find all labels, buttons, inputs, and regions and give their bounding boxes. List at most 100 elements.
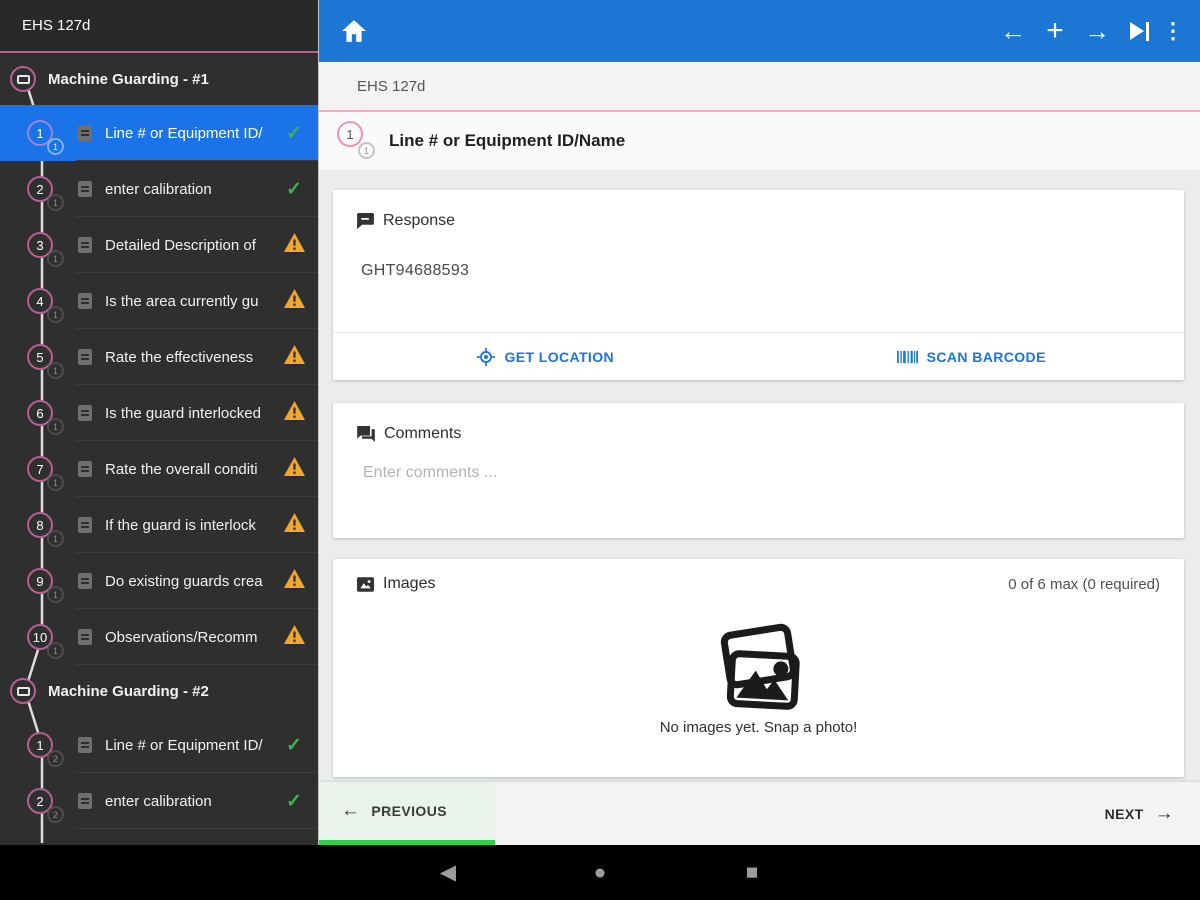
item-type-icon [78,181,92,197]
android-back-icon[interactable]: ◀ [436,860,460,885]
scan-barcode-label: SCAN BARCODE [926,348,1046,365]
section-label: Machine Guarding - #1 [48,70,209,88]
comments-input[interactable] [361,463,1100,483]
item-label: Line # or Equipment ID/ [105,736,263,754]
sidebar-section-header[interactable]: Machine Guarding - #2 [0,665,318,717]
item-sub-badge: 1 [47,250,64,267]
item-type-icon [78,573,92,589]
images-empty-text: No images yet. Snap a photo! [659,718,858,736]
sidebar-item[interactable]: 2 1 enter calibration ✓ [0,161,318,217]
question-content: Response GHT94688593 GET LOCATION SCAN B… [319,170,1200,782]
warning-icon [283,625,305,649]
item-status: ✓ [282,625,306,649]
skip-triangle [1129,22,1144,40]
sidebar-item[interactable]: 5 1 Rate the effectiveness ✓ [0,329,318,385]
scan-barcode-button[interactable]: SCAN BARCODE [759,333,1185,380]
gps-icon [477,347,496,366]
check-icon: ✓ [286,178,302,200]
images-card: Images 0 of 6 max (0 required) No images… [333,559,1184,777]
item-sub-badge: 1 [47,642,64,659]
skip-bar [1145,21,1149,41]
warning-icon [283,345,305,369]
item-type-icon [78,405,92,421]
get-location-label: GET LOCATION [504,348,615,365]
home-icon[interactable] [341,19,367,43]
response-icon [357,213,374,229]
sidebar-section-header[interactable]: Machine Guarding - #1 [0,53,318,105]
response-card-header: Response [357,212,1160,230]
item-status: ✓ [282,401,306,425]
get-location-button[interactable]: GET LOCATION [333,333,759,380]
item-label: enter calibration [105,792,212,810]
response-actions: GET LOCATION SCAN BARCODE [333,332,1184,380]
sidebar-section-list: Machine Guarding - #1 1 1 Line # or Equi… [0,53,318,829]
question-number: 1 [337,121,363,147]
item-status: ✓ [282,345,306,369]
check-icon: ✓ [286,122,302,144]
sidebar-item[interactable]: 7 1 Rate the overall conditi ✓ [0,441,318,497]
item-label: Line # or Equipment ID/ [105,124,263,142]
sidebar-item[interactable]: 6 1 Is the guard interlocked ✓ [0,385,318,441]
next-button[interactable]: NEXT → [1105,782,1200,845]
item-type-icon [78,629,92,645]
main-panel: ← + → ⋮ EHS 127d 1 1 Line # or Equipment… [318,0,1200,845]
item-type-icon [78,349,92,365]
images-card-header: Images 0 of 6 max (0 required) [357,575,1160,593]
back-arrow-icon[interactable]: ← [992,0,1034,62]
item-sub-badge: 1 [47,474,64,491]
item-status: ✓ [282,178,306,201]
item-sub-badge: 2 [47,806,64,823]
sidebar-item[interactable]: 9 1 Do existing guards crea ✓ [0,553,318,609]
forward-arrow-icon[interactable]: → [1076,0,1118,62]
images-label: Images [383,575,436,592]
android-nav-bar: ◀ ● ■ [0,845,1200,900]
item-status: ✓ [282,122,306,145]
response-card: Response GHT94688593 GET LOCATION SCAN B… [333,190,1184,380]
skip-to-end-icon[interactable] [1118,21,1160,41]
images-counter: 0 of 6 max (0 required) [1008,575,1160,593]
question-number-badge: 1 1 [335,118,385,164]
comments-card: Comments [333,403,1184,538]
check-icon: ✓ [286,734,302,756]
warning-icon [283,401,305,425]
sidebar-item[interactable]: 1 2 Line # or Equipment ID/ ✓ [0,717,318,773]
sidebar-item[interactable]: 8 1 If the guard is interlock ✓ [0,497,318,553]
warning-icon [283,569,305,593]
section-card-icon [10,678,36,704]
previous-label: PREVIOUS [371,803,447,819]
android-recents-icon[interactable]: ■ [740,861,764,885]
images-icon [357,576,374,592]
sidebar-body: Machine Guarding - #1 1 1 Line # or Equi… [0,53,318,843]
overflow-menu-icon[interactable]: ⋮ [1160,0,1186,62]
add-icon[interactable]: + [1034,0,1076,62]
sidebar-item[interactable]: 3 1 Detailed Description of ✓ [0,217,318,273]
item-status: ✓ [282,790,306,813]
item-label: enter calibration [105,180,212,198]
response-value[interactable]: GHT94688593 [361,262,1160,280]
sidebar-item[interactable]: 2 2 enter calibration ✓ [0,773,318,829]
comments-label: Comments [384,425,462,442]
item-label: Do existing guards crea [105,572,263,590]
item-sub-badge: 1 [47,306,64,323]
app-screen: EHS 127d Machine Guarding - #1 1 1 Line … [0,0,1200,900]
previous-button[interactable]: ← PREVIOUS [319,782,495,845]
photos-placeholder-icon [707,623,811,717]
item-label: Rate the overall conditi [105,460,258,478]
comments-card-header: Comments [357,425,1160,443]
android-home-icon[interactable]: ● [588,861,612,885]
sidebar-item[interactable]: 10 1 Observations/Recomm ✓ [0,609,318,665]
card-glyph [16,74,30,84]
item-label: Detailed Description of [105,236,256,254]
images-empty-state[interactable]: No images yet. Snap a photo! [357,593,1160,765]
sidebar-item[interactable]: 4 1 Is the area currently gu ✓ [0,273,318,329]
sidebar-header: EHS 127d [0,0,318,53]
barcode-icon [896,349,918,365]
item-status: ✓ [282,513,306,537]
item-label: If the guard is interlock [105,516,256,534]
question-title: Line # or Equipment ID/Name [389,131,626,150]
next-label: NEXT [1104,805,1144,822]
next-arrow-icon: → [1154,802,1174,824]
comments-icon [357,426,375,442]
sidebar-item[interactable]: 1 1 Line # or Equipment ID/ ✓ [0,105,318,161]
item-status: ✓ [282,457,306,481]
